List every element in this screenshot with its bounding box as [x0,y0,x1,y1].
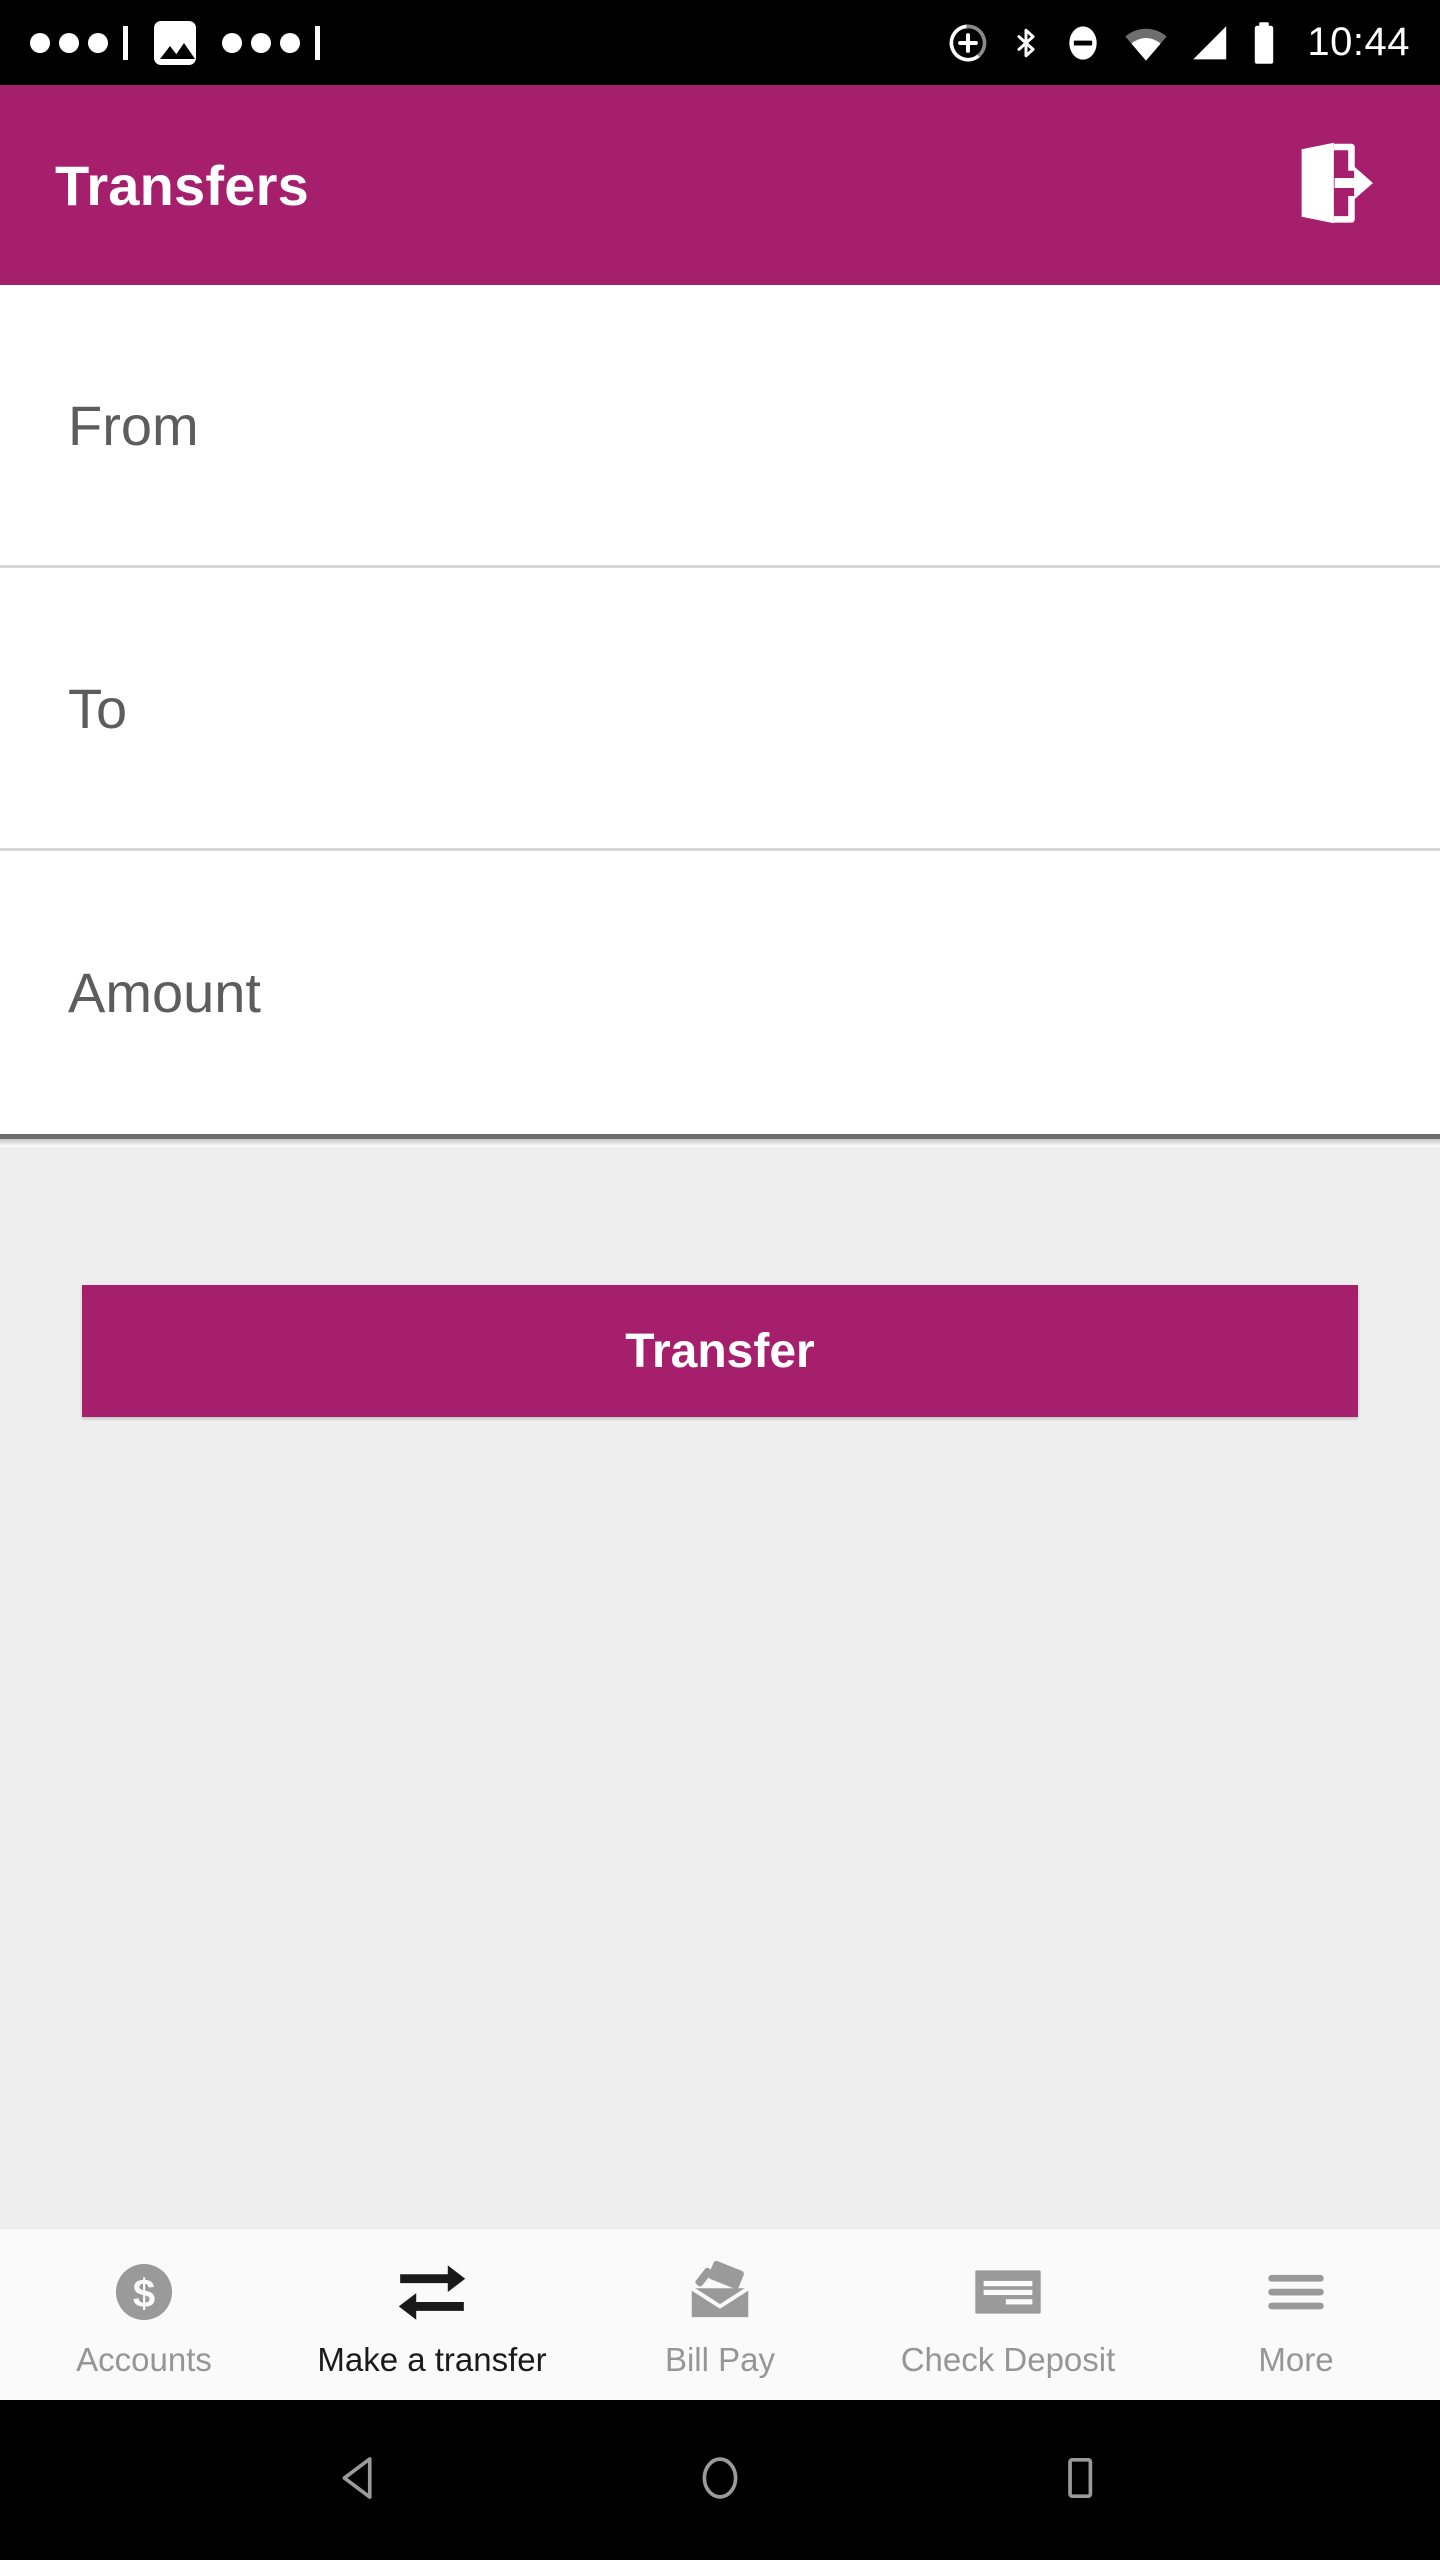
android-recents-button[interactable] [1020,2420,1140,2540]
recents-icon [1054,2452,1106,2509]
tab-make-a-transfer[interactable]: Make a transfer [288,2229,576,2400]
transfer-button[interactable]: Transfer [82,1285,1358,1417]
status-bar-system-icons: 10:44 [947,0,1410,85]
battery-icon [1251,21,1277,65]
home-icon [694,2452,746,2509]
back-icon [334,2452,386,2509]
cellular-signal-icon [1189,23,1231,63]
tab-label-make-a-transfer: Make a transfer [317,2340,547,2378]
tab-label-more: More [1258,2340,1334,2378]
transfer-form [0,285,1440,1134]
do-not-disturb-icon [1063,22,1103,64]
logout-icon [1284,137,1376,234]
screen-content: Transfer [0,285,1440,2228]
phone-screen: 10:44 Transfers From To Amount Transfer … [0,0,1440,2560]
dollar-circle-icon: $ [111,2257,177,2327]
tab-label-bill-pay: Bill Pay [664,2340,776,2378]
bluetooth-icon [1009,22,1043,64]
form-section-shadow [0,1139,1440,1147]
envelope-mail-icon [685,2257,755,2327]
status-bar-notifications [30,20,320,65]
amount-field-row[interactable] [0,851,1440,1134]
tab-more[interactable]: More [1152,2229,1440,2400]
notification-dots-icon [30,25,128,60]
image-icon [154,20,196,65]
android-home-button[interactable] [660,2420,780,2540]
bottom-tab-bar: $ Accounts Make a transfer Bill Pay Chec… [0,2228,1440,2400]
status-bar: 10:44 [0,0,1440,85]
from-input[interactable] [68,392,1372,458]
transfer-arrows-icon [396,2257,468,2327]
check-card-icon [972,2257,1044,2327]
svg-text:$: $ [133,2270,155,2315]
action-panel: Transfer [0,1147,1440,2228]
logout-button[interactable] [1275,130,1385,240]
android-navigation-bar [0,2400,1440,2560]
page-title: Transfers [55,153,309,217]
location-add-icon [947,22,989,64]
to-field-row[interactable] [0,568,1440,851]
tab-accounts[interactable]: $ Accounts [0,2229,288,2400]
wifi-icon [1123,23,1169,63]
tab-label-accounts: Accounts [76,2340,212,2378]
tab-check-deposit[interactable]: Check Deposit [864,2229,1152,2400]
amount-input[interactable] [68,960,1372,1025]
tab-bill-pay[interactable]: Bill Pay [576,2229,864,2400]
android-back-button[interactable] [300,2420,420,2540]
status-bar-clock: 10:44 [1307,20,1410,64]
app-bar: Transfers [0,85,1440,285]
from-field-row[interactable] [0,285,1440,568]
tab-label-check-deposit: Check Deposit [900,2340,1116,2378]
notification-dots-icon-2 [222,25,320,60]
hamburger-menu-icon [1264,2257,1328,2327]
to-input[interactable] [68,675,1372,741]
